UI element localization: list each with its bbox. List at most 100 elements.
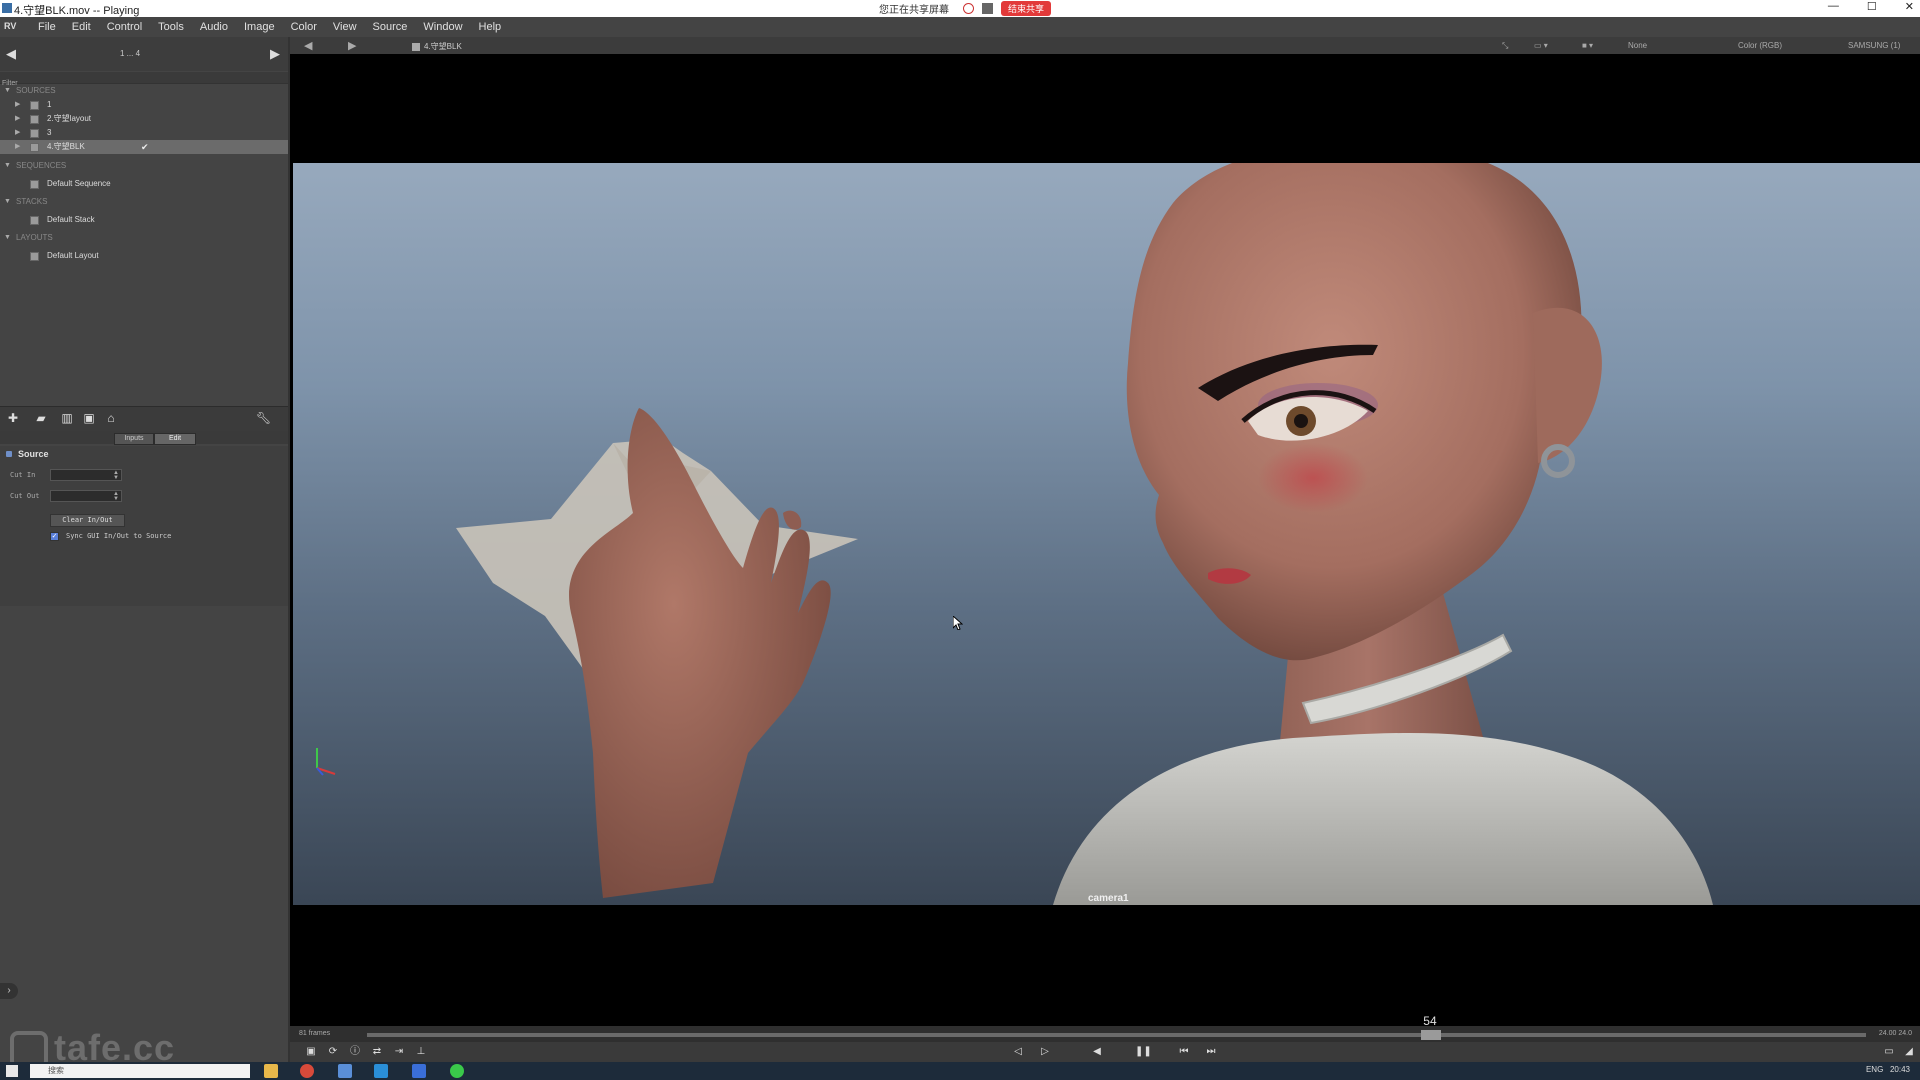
menu-file[interactable]: File [30,17,64,37]
menu-audio[interactable]: Audio [192,17,236,37]
menu-control[interactable]: Control [99,17,150,37]
sync-checkbox[interactable]: ✓ [50,532,59,541]
go-start-icon[interactable]: ⏮︎ [1177,1045,1191,1058]
expand-panel-icon[interactable]: › [0,983,18,999]
fit-icon[interactable]: ▭ [1882,1045,1896,1058]
display-dropdown[interactable]: SAMSUNG (1) [1848,41,1900,50]
cut-out-field[interactable]: ▲ ▼ [50,490,122,502]
annotate-icon[interactable] [982,3,993,14]
menu-image[interactable]: Image [236,17,283,37]
home-icon[interactable]: ⌂ [104,412,118,425]
chrome-icon[interactable] [300,1064,314,1078]
clock[interactable]: 20:43 [1890,1065,1910,1074]
maya-icon[interactable] [374,1064,388,1078]
image-viewer[interactable]: camera1 [290,54,1920,1026]
rv-app-icon[interactable] [338,1064,352,1078]
cut-in-field[interactable]: ▲ ▼ [50,469,122,481]
menu-edit[interactable]: Edit [64,17,99,37]
timeline-track[interactable] [367,1033,1866,1037]
stepper-icon[interactable]: ▲ ▼ [113,470,119,481]
fullscreen-icon[interactable]: ⤡ [1502,41,1508,51]
menu-color[interactable]: Color [283,17,325,37]
step-forward-icon[interactable]: ▷ [1038,1045,1052,1058]
menu-list: File Edit Control Tools Audio Image Colo… [30,17,509,37]
timeline-playhead[interactable] [1421,1030,1442,1040]
frame-icon[interactable]: ▭ ▾ [1534,41,1548,50]
go-end-icon[interactable]: ⏭︎ [1204,1045,1218,1058]
close-icon[interactable]: ✕ [1905,0,1914,13]
timeline[interactable]: 81 frames 54 24.00 24.0 [290,1014,1920,1042]
prev-source-icon[interactable]: ◀ [304,39,312,52]
mark-out-icon[interactable]: ⊥ [414,1045,428,1058]
delete-icon[interactable]: ▥ [60,412,74,425]
tab-inputs[interactable]: Inputs [114,433,154,445]
monitor-icon[interactable]: ▣ [82,412,96,425]
audio-icon[interactable]: ◢ [1902,1045,1916,1058]
pause-icon[interactable]: ❚❚ [1135,1045,1152,1058]
info-icon[interactable]: ⓘ [348,1045,362,1058]
layout-item[interactable]: Default Layout [0,249,288,263]
group-sources[interactable]: ▼ SOURCES [0,84,288,98]
windows-start-icon[interactable] [6,1065,18,1077]
maximize-icon[interactable]: ☐ [1867,0,1877,13]
file-explorer-icon[interactable] [264,1064,278,1078]
cut-out-label: Cut Out [10,492,40,500]
film-icon [30,101,39,110]
next-source-icon[interactable]: ▶ [348,39,356,52]
folder-icon[interactable]: ▰ [34,412,48,425]
app-icon-blue[interactable] [412,1064,426,1078]
menu-tools[interactable]: Tools [150,17,192,37]
nav-forward-icon[interactable]: ▶ [266,46,284,62]
expand-triangle-icon[interactable]: ▶ [15,126,20,140]
record-icon[interactable] [963,3,974,14]
stop-share-button[interactable]: 结束共享 [1001,1,1052,16]
session-filter-input[interactable]: Filter [0,72,288,87]
channel-icon[interactable]: ■ ▾ [1582,41,1593,50]
color-dropdown[interactable]: Color (RGB) [1738,41,1782,50]
group-layouts[interactable]: ▼ LAYOUTS [0,231,288,245]
taskbar-search[interactable]: 搜索 [30,1064,250,1078]
stepper-icon[interactable]: ▲ ▼ [113,491,119,502]
source-label: 2.守望layout [47,114,92,123]
source-item[interactable]: ▶ 1 [0,98,288,112]
tab-edit[interactable]: Edit [154,433,196,445]
collapse-triangle-icon[interactable]: ▼ [4,84,11,98]
collapse-triangle-icon[interactable]: ▼ [4,231,11,245]
source-item[interactable]: ▶ 2.守望layout [0,112,288,126]
nav-back-icon[interactable]: ◀ [2,46,20,62]
expand-triangle-icon[interactable]: ▶ [15,140,20,154]
source-header[interactable]: Source [6,449,49,459]
stereo-dropdown[interactable]: None [1628,41,1647,50]
stack-item[interactable]: Default Stack [0,213,288,227]
source-item-selected[interactable]: ▶ 4.守望BLK ✔ [0,140,288,154]
menu-help[interactable]: Help [471,17,510,37]
loop-icon[interactable]: ⟳ [326,1045,340,1058]
minimize-icon[interactable]: — [1828,0,1839,13]
source-label: 3 [47,128,52,137]
menu-source[interactable]: Source [365,17,416,37]
add-icon[interactable]: ✚ [6,412,20,425]
language-indicator[interactable]: ENG [1866,1065,1883,1074]
fps-readout: 24.00 24.0 [1878,1030,1912,1037]
expand-triangle-icon[interactable]: ▶ [15,98,20,112]
menu-view[interactable]: View [325,17,365,37]
expand-triangle-icon[interactable]: ▶ [15,112,20,126]
clear-in-out-button[interactable]: Clear In/Out [50,514,125,527]
wechat-icon[interactable] [450,1064,464,1078]
render-frame [316,163,1713,905]
play-backward-icon[interactable]: ◀ [1090,1045,1104,1058]
collapse-triangle-icon[interactable]: ▼ [4,159,11,173]
ping-pong-icon[interactable]: ⇄ [370,1045,384,1058]
source-item[interactable]: ▶ 3 [0,126,288,140]
sequence-item[interactable]: Default Sequence [0,177,288,191]
group-stacks[interactable]: ▼ STACKS [0,195,288,209]
mark-in-icon[interactable]: ⇥ [392,1045,406,1058]
menu-window[interactable]: Window [415,17,470,37]
mouse-cursor-icon [953,616,963,630]
current-frame: 54 [1423,1014,1437,1028]
wrench-icon[interactable]: 🔧︎ [256,412,271,425]
collapse-triangle-icon[interactable]: ▼ [4,195,11,209]
frame-mode-icon[interactable]: ▣ [304,1045,318,1058]
step-back-icon[interactable]: ◁ [1011,1045,1025,1058]
group-sequences[interactable]: ▼ SEQUENCES [0,159,288,173]
